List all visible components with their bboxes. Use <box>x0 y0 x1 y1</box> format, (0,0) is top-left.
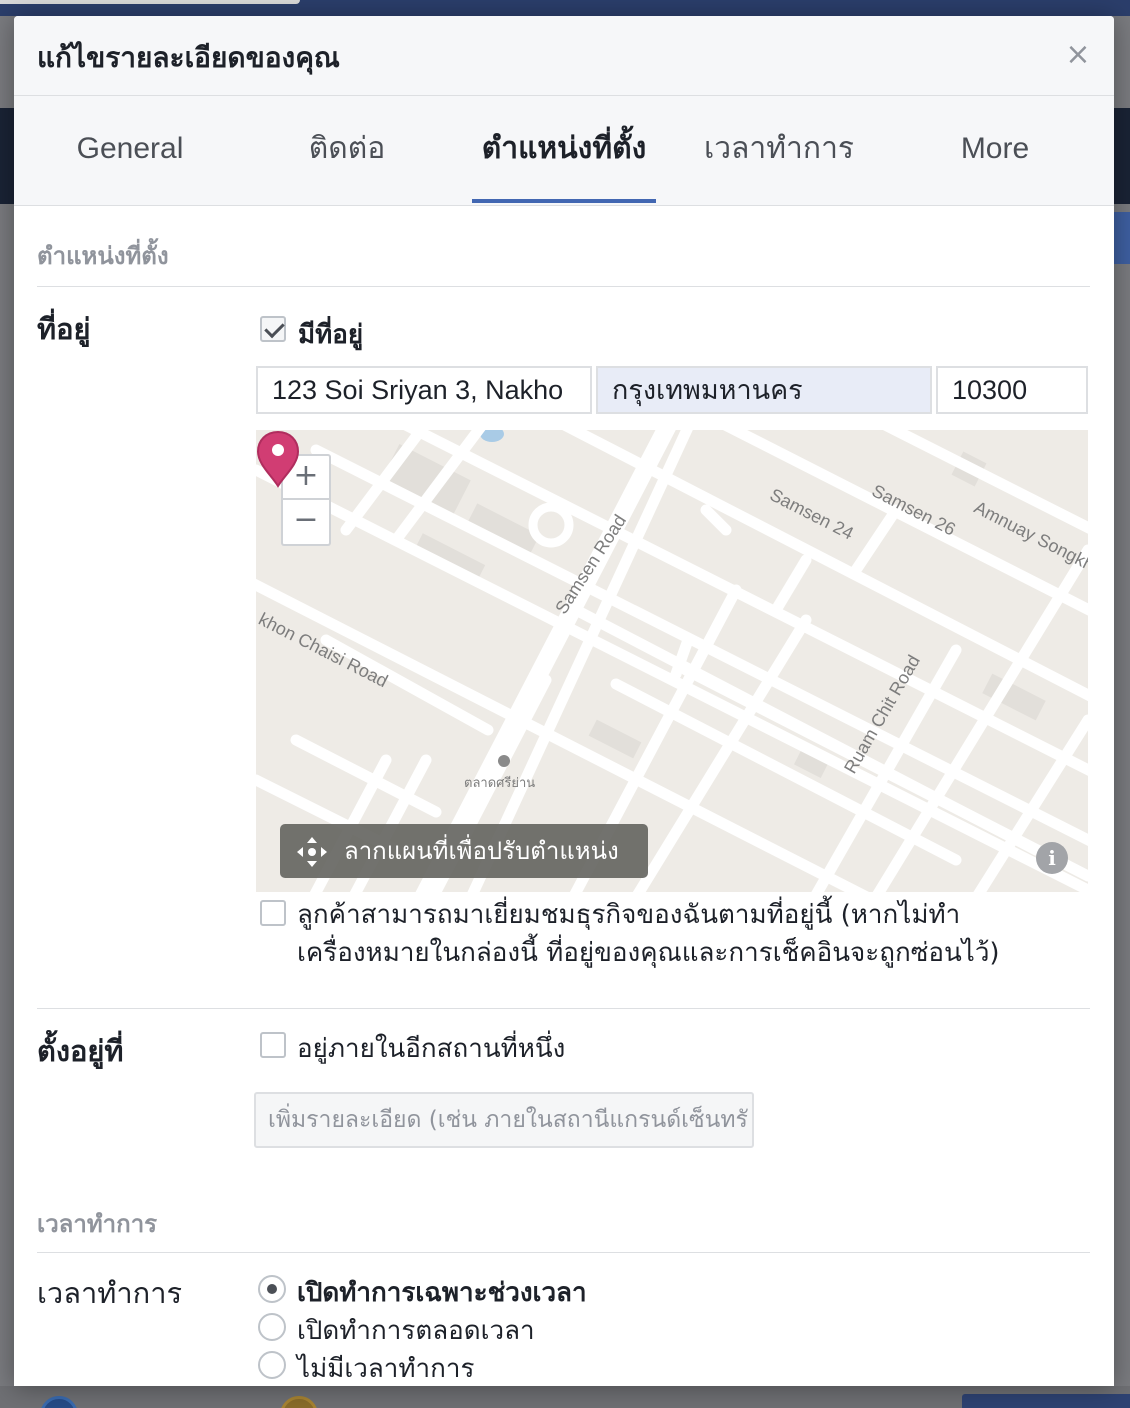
located-in-label: ตั้งอยู่ที่ <box>37 1034 124 1068</box>
divider <box>37 286 1090 287</box>
zoom-out-button[interactable]: − <box>281 500 331 546</box>
info-icon[interactable]: i <box>1036 842 1068 874</box>
tab-general[interactable]: General <box>40 96 220 206</box>
tab-hours[interactable]: เวลาทำการ <box>689 96 869 206</box>
dialog-title: แก้ไขรายละเอียดของคุณ <box>37 41 340 74</box>
map-streets <box>256 430 1088 892</box>
hours-option-label: ไม่มีเวลาทำการ <box>297 1354 475 1384</box>
hours-label: เวลาทำการ <box>37 1276 183 1310</box>
customers-visit-label-line: ลูกค้าสามารถมาเยี่ยมชมธุรกิจของฉันตามที่… <box>297 900 961 930</box>
tab-bar: General ติดต่อ ตำแหน่งที่ตั้ง เวลาทำการ … <box>14 96 1114 206</box>
tab-contact[interactable]: ติดต่อ <box>257 96 437 206</box>
divider <box>37 1008 1090 1009</box>
background-avatar <box>40 1396 78 1408</box>
tab-more[interactable]: More <box>905 96 1085 206</box>
hours-section-heading: เวลาทำการ <box>37 1210 158 1238</box>
map-label: ตลาดศรีย่าน <box>464 775 536 790</box>
location-pin-icon[interactable] <box>256 430 300 488</box>
background-topbar <box>0 0 1130 16</box>
has-address-checkbox[interactable] <box>260 316 286 342</box>
background-avatar <box>280 1396 318 1408</box>
customers-visit-label: ลูกค้าสามารถมาเยี่ยมชมธุรกิจของฉันตามที่… <box>297 896 1000 972</box>
inside-other-place-label: อยู่ภายในอีกสถานที่หนึ่ง <box>297 1034 566 1064</box>
hours-option-label: เปิดทำการตลอดเวลา <box>297 1316 535 1346</box>
move-icon <box>297 837 327 867</box>
hours-radio-none[interactable] <box>258 1351 286 1379</box>
background-footer <box>0 1386 1130 1408</box>
city-input[interactable]: กรุงเทพมหานคร <box>596 366 932 414</box>
hours-option-label: เปิดทำการเฉพาะช่วงเวลา <box>297 1278 587 1308</box>
close-icon[interactable]: × <box>1064 40 1092 70</box>
dialog-header: แก้ไขรายละเอียดของคุณ × <box>14 16 1114 96</box>
background-tab <box>0 0 300 4</box>
zip-code-input[interactable]: 10300 <box>936 366 1088 414</box>
location-section-heading: ตำแหน่งที่ตั้ง <box>37 242 169 270</box>
drag-map-hint-text: ลากแผนที่เพื่อปรับตำแหน่ง <box>344 837 619 865</box>
background-button <box>962 1394 1130 1408</box>
background-button <box>1114 212 1130 264</box>
edit-details-dialog: แก้ไขรายละเอียดของคุณ × General ติดต่อ ต… <box>14 16 1114 1386</box>
drag-map-hint: ลากแผนที่เพื่อปรับตำแหน่ง <box>280 824 648 878</box>
location-detail-input[interactable]: เพิ่มรายละเอียด (เช่น ภายในสถานีแกรนด์เซ… <box>254 1092 754 1148</box>
tab-location[interactable]: ตำแหน่งที่ตั้ง <box>472 96 656 206</box>
street-address-input[interactable]: 123 Soi Sriyan 3, Nakho <box>256 366 592 414</box>
inside-other-place-checkbox[interactable] <box>260 1032 286 1058</box>
customers-visit-checkbox[interactable] <box>260 900 286 926</box>
address-label: ที่อยู่ <box>37 312 91 346</box>
customers-visit-label-line: เครื่องหมายในกล่องนี้ ที่อยู่ของคุณและกา… <box>297 938 1000 968</box>
has-address-label: มีที่อยู่ <box>298 320 364 350</box>
hours-radio-always[interactable] <box>258 1313 286 1341</box>
location-map[interactable]: Samsen Road Samsen 24 Samsen 26 Amnuay S… <box>256 430 1088 892</box>
hours-radio-specific[interactable] <box>258 1275 286 1303</box>
divider <box>37 1252 1090 1253</box>
